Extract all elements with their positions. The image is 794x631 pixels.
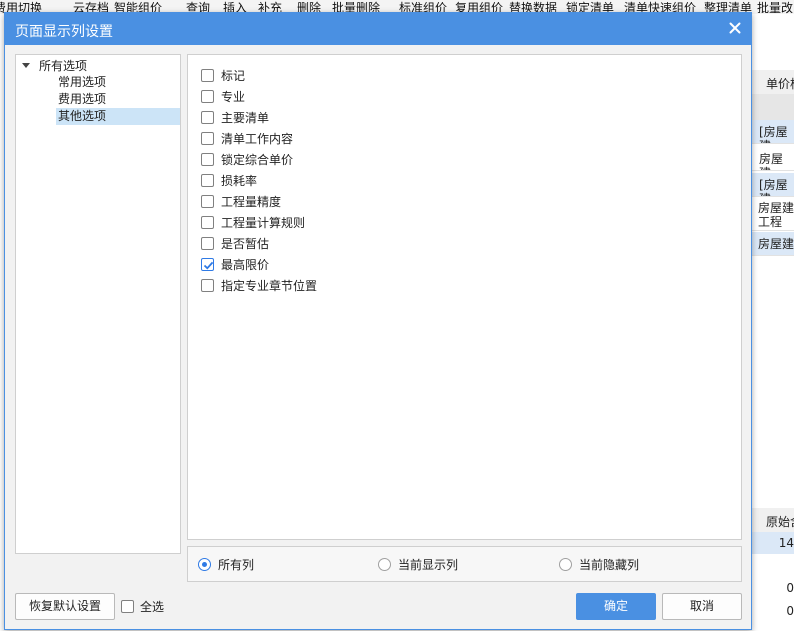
- checkbox[interactable]: [201, 69, 214, 82]
- option-label: 工程量计算规则: [221, 216, 306, 230]
- checkbox-checked[interactable]: [201, 258, 214, 271]
- radio-selected[interactable]: [198, 558, 211, 571]
- background-lower-header: 原始含: [750, 508, 794, 532]
- grid-header-label: 单价构: [766, 77, 794, 91]
- checkbox[interactable]: [201, 111, 214, 124]
- dialog-titlebar[interactable]: 页面显示列设置: [5, 13, 751, 45]
- checkmark-icon: [203, 261, 214, 270]
- tree-root-label: 所有选项: [39, 59, 88, 73]
- select-all-label: 全选: [140, 600, 165, 614]
- options-tree: 所有选项 常用选项 费用选项 其他选项: [15, 54, 181, 554]
- option-label: 锁定综合单价: [221, 153, 294, 167]
- dialog-title: 页面显示列设置: [15, 24, 113, 40]
- tree-item-common-options[interactable]: 常用选项: [56, 74, 180, 91]
- grid-cell[interactable]: [房屋建: [750, 120, 794, 144]
- toolbar-item[interactable]: 批量改: [757, 2, 793, 14]
- option-label: 工程量精度: [221, 195, 282, 209]
- grid-cell[interactable]: 房屋建 工程: [750, 199, 794, 231]
- radio-unselected[interactable]: [559, 558, 572, 571]
- lower-row-value[interactable]: 0: [750, 577, 794, 599]
- ok-button[interactable]: 确定: [576, 593, 656, 620]
- column-settings-dialog: 页面显示列设置 所有选项 常用选项 费用选项 其他选项 标记 专业 主要清单 清…: [4, 12, 752, 630]
- tree-item-fee-options[interactable]: 费用选项: [56, 91, 180, 108]
- checkbox[interactable]: [201, 90, 214, 103]
- expand-arrow-icon[interactable]: [22, 63, 30, 68]
- radio-label: 当前隐藏列: [579, 558, 640, 572]
- grid-cell[interactable]: 房屋建: [750, 147, 794, 171]
- checkbox[interactable]: [201, 279, 214, 292]
- column-options-list: 标记 专业 主要清单 清单工作内容 锁定综合单价 损耗率 工程量精度 工程量计算…: [187, 54, 742, 540]
- radio-label: 所有列: [218, 558, 255, 572]
- column-filter-radios: 所有列 当前显示列 当前隐藏列: [187, 546, 742, 582]
- checkbox[interactable]: [201, 195, 214, 208]
- option-label: 标记: [221, 69, 246, 83]
- checkbox[interactable]: [201, 153, 214, 166]
- checkbox[interactable]: [201, 216, 214, 229]
- close-icon[interactable]: [725, 18, 745, 38]
- cancel-button[interactable]: 取消: [662, 593, 742, 620]
- option-label: 最高限价: [221, 258, 270, 272]
- tree-item-other-options[interactable]: 其他选项: [56, 108, 180, 125]
- checkbox[interactable]: [201, 237, 214, 250]
- lower-header-label: 原始含: [766, 515, 794, 529]
- grid-cell[interactable]: 房屋建: [750, 232, 794, 256]
- grid-cell[interactable]: [房屋建: [750, 173, 794, 197]
- checkbox[interactable]: [201, 174, 214, 187]
- option-label: 清单工作内容: [221, 132, 294, 146]
- radio-unselected[interactable]: [378, 558, 391, 571]
- checkbox[interactable]: [121, 600, 134, 613]
- lower-row-value[interactable]: 14: [750, 532, 794, 554]
- option-label: 专业: [221, 90, 246, 104]
- background-grid-subheader: [750, 94, 794, 120]
- restore-default-button[interactable]: 恢复默认设置: [15, 593, 115, 620]
- radio-label: 当前显示列: [398, 558, 459, 572]
- lower-row-value[interactable]: 0: [750, 600, 794, 622]
- option-label: 损耗率: [221, 174, 258, 188]
- background-grid-header: 单价构: [750, 70, 794, 95]
- option-label: 主要清单: [221, 111, 270, 125]
- checkbox[interactable]: [201, 132, 214, 145]
- option-label: 是否暂估: [221, 237, 270, 251]
- option-label: 指定专业章节位置: [221, 279, 318, 293]
